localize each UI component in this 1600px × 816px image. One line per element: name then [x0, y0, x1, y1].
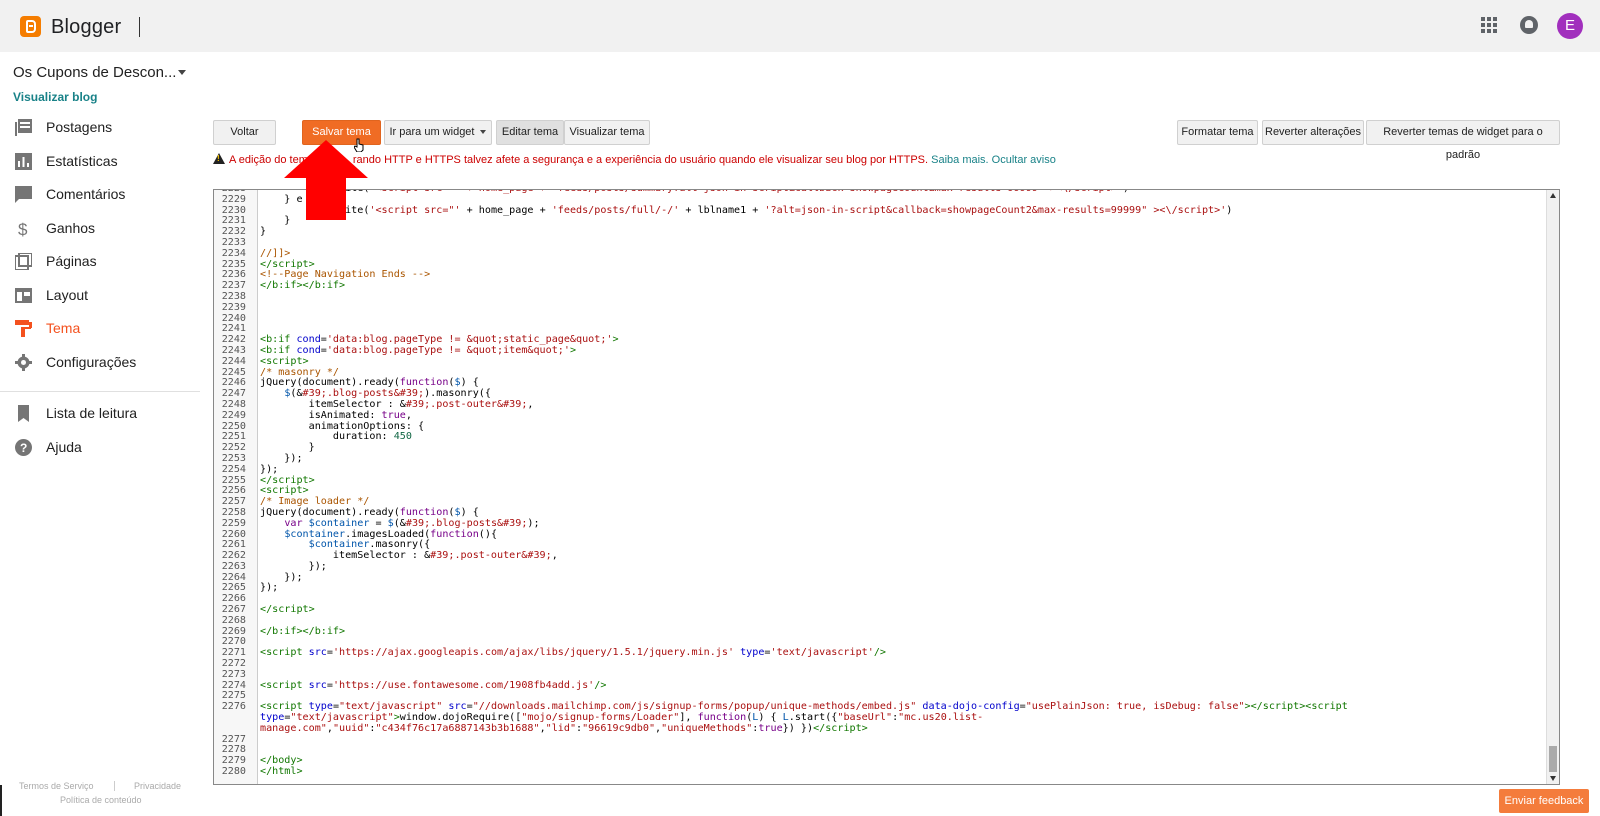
code-text: <script src='https://ajax.googleapis.com… — [260, 647, 886, 659]
sidebar-divider — [0, 391, 200, 392]
top-bar: Blogger E — [0, 0, 1600, 52]
svg-text:$: $ — [18, 220, 28, 237]
scroll-down-icon[interactable] — [1550, 776, 1556, 781]
sidebar-nav: Postagens Estatísticas Comentários $ Ganhos P… — [0, 111, 200, 379]
sidebar-item-label: Ajuda — [46, 438, 82, 455]
content-policy-link[interactable]: Política de conteúdo — [60, 795, 142, 805]
scrollbar-thumb[interactable] — [1549, 746, 1557, 772]
hide-warning-link[interactable]: Ocultar aviso — [992, 154, 1056, 166]
sidebar-item-coment-rios[interactable]: Comentários — [0, 178, 200, 212]
code-text: ent.write('<script src="' + home_page + … — [309, 204, 1233, 216]
footer-divider — [114, 781, 115, 791]
sidebar-item-label: Layout — [46, 286, 89, 303]
privacy-link[interactable]: Privacidade — [134, 781, 181, 791]
chevron-down-icon — [178, 70, 186, 75]
sidebar-item-ganhos[interactable]: $ Ganhos — [0, 212, 200, 246]
warning-icon — [213, 153, 225, 164]
code-text: </html> — [260, 766, 303, 778]
jump-to-widget-label: Ir para um widget — [389, 126, 475, 138]
help-icon: ? — [15, 438, 32, 456]
format-theme-button[interactable]: Formatar tema — [1177, 120, 1258, 145]
red-arrow-annotation — [284, 140, 368, 220]
sidebar-item-label: Ganhos — [46, 219, 96, 236]
code-text: manage.com","uuid":"c434f76c17a6887143b3… — [260, 722, 868, 734]
code-text: } — [260, 226, 267, 238]
code-text: </b:if></b:if> — [260, 280, 346, 292]
sidebar-item-label: Configurações — [46, 353, 137, 370]
line-number: 2239 — [221, 301, 246, 313]
sidebar-item-configura-es[interactable]: Configurações — [0, 346, 200, 380]
window-edge — [0, 785, 2, 816]
sidebar-item-tema[interactable]: Tema — [0, 312, 200, 346]
scroll-up-icon[interactable] — [1550, 193, 1556, 198]
apps-grid-icon[interactable] — [1481, 17, 1497, 33]
sidebar-item-layout[interactable]: Layout — [0, 279, 200, 313]
hand-cursor-icon — [354, 138, 364, 152]
layout-icon — [15, 287, 32, 304]
sidebar-item-estat-sticas[interactable]: Estatísticas — [0, 145, 200, 179]
warning-text-end: rando HTTP e HTTPS talvez afete a segura… — [352, 154, 929, 166]
view-blog-link[interactable]: Visualizar blog — [13, 90, 97, 104]
notifications-icon[interactable] — [1520, 16, 1538, 34]
sidebar-item-p-ginas[interactable]: Páginas — [0, 245, 200, 279]
jump-to-widget-dropdown[interactable]: Ir para um widget — [384, 120, 492, 145]
send-feedback-button[interactable]: Enviar feedback — [1499, 789, 1589, 813]
code-text: </b:if></b:if> — [260, 625, 346, 637]
line-number: 2234 — [221, 247, 246, 259]
edit-theme-button[interactable]: Editar tema — [496, 120, 564, 145]
editor-scrollbar[interactable] — [1546, 190, 1559, 784]
pages-icon — [14, 252, 33, 271]
sidebar-nav-secondary: Lista de leitura? Ajuda — [0, 397, 200, 464]
learn-more-link[interactable]: Saiba mais. — [931, 154, 988, 166]
blog-name: Os Cupons de Descon... — [13, 64, 177, 81]
chevron-down-icon — [480, 130, 487, 135]
sidebar-item-postagens[interactable]: Postagens — [0, 111, 200, 145]
code-text: </script> — [260, 604, 315, 616]
line-number: 2229 — [221, 193, 246, 205]
line-number: 2280 — [221, 766, 246, 778]
code-text: }); — [260, 582, 279, 594]
line-number: 2259 — [221, 517, 246, 529]
line-number: 2276 — [221, 701, 246, 713]
revert-changes-button[interactable]: Reverter alterações — [1262, 120, 1364, 145]
paint-roller-icon — [15, 320, 32, 337]
sidebar-item-label: Páginas — [46, 253, 97, 269]
code-editor[interactable]: 2228 ent.write('<script src="' + home_pa… — [213, 189, 1560, 785]
sidebar-item-label: Lista de leitura — [46, 405, 138, 421]
line-number: 2249 — [221, 409, 246, 421]
back-button[interactable]: Voltar — [213, 120, 276, 145]
posts-icon — [15, 119, 32, 136]
line-number: 2244 — [221, 355, 246, 367]
comment-icon — [15, 186, 32, 203]
avatar[interactable]: E — [1557, 13, 1583, 39]
code-text: <script src='https://use.fontawesome.com… — [260, 679, 607, 691]
sidebar-item-label: Estatísticas — [46, 152, 118, 169]
bookmark-icon — [15, 405, 32, 422]
svg-text:?: ? — [20, 441, 27, 455]
app-name: Blogger — [51, 16, 122, 38]
terms-link[interactable]: Termos de Serviço — [19, 781, 94, 791]
revert-widget-themes-button[interactable]: Reverter temas de widget para o padrão — [1366, 120, 1560, 161]
sidebar-item-lista-de-leitura[interactable]: Lista de leitura — [0, 397, 200, 431]
line-number: 2254 — [221, 463, 246, 475]
sidebar-item-label: Tema — [46, 320, 81, 336]
code-text: isAnimated: true, — [260, 409, 412, 421]
sidebar-item-label: Postagens — [46, 119, 113, 135]
sidebar-item-ajuda[interactable]: ? Ajuda — [0, 431, 200, 465]
sidebar-item-label: Comentários — [46, 186, 126, 202]
gear-icon — [15, 353, 32, 371]
code-text: ent.write('<script src="' + home_page + … — [260, 190, 1129, 195]
stats-icon — [15, 152, 32, 170]
preview-theme-button[interactable]: Visualizar tema — [564, 120, 650, 145]
dollar-icon: $ — [15, 220, 32, 239]
blogger-logo-icon[interactable] — [20, 16, 41, 37]
blog-selector[interactable]: Os Cupons de Descon... — [13, 64, 193, 81]
header-divider — [139, 17, 140, 37]
